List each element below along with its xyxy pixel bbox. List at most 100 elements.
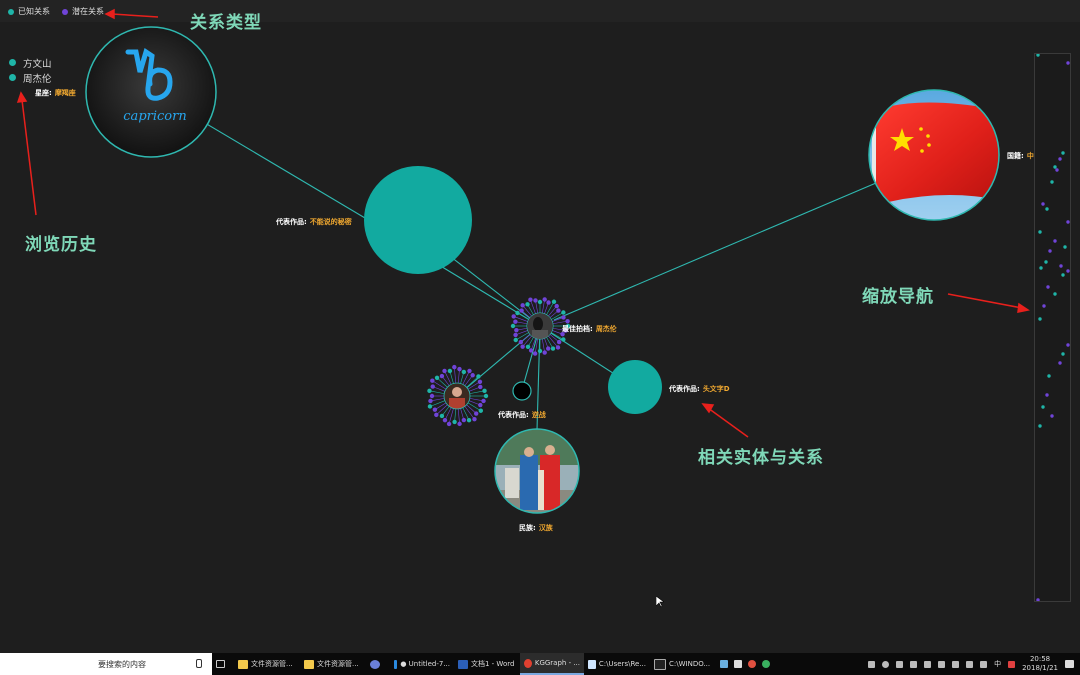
ring-dot[interactable] xyxy=(511,314,516,319)
ring-dot[interactable] xyxy=(447,368,453,374)
ring-dot[interactable] xyxy=(427,388,432,394)
ring-dot[interactable] xyxy=(510,323,516,329)
dropbox-icon[interactable] xyxy=(868,660,876,668)
work-nijian-node[interactable] xyxy=(512,381,532,401)
send-icon[interactable] xyxy=(966,660,974,668)
settings-icon[interactable] xyxy=(882,660,890,668)
ring-dot[interactable] xyxy=(533,298,538,303)
ring-dot[interactable] xyxy=(556,308,561,313)
china-flag-node[interactable] xyxy=(868,89,1000,221)
taskbar-app-vscode[interactable]: ● Untitled-7... xyxy=(390,653,454,675)
ring-dot[interactable] xyxy=(551,299,557,304)
ring-dot[interactable] xyxy=(528,297,533,302)
taskbar-app-explorer[interactable]: 文件资源管... xyxy=(234,653,300,675)
ring-dot[interactable] xyxy=(430,384,435,389)
taskbar-app-word[interactable]: 文档1 - Word xyxy=(454,653,520,675)
ring-dot[interactable] xyxy=(442,417,448,423)
ring-dot[interactable] xyxy=(483,393,489,399)
ring-dot[interactable] xyxy=(477,379,483,384)
ring-dot[interactable] xyxy=(565,318,570,324)
ring-dot[interactable] xyxy=(555,345,561,350)
ring-dot[interactable] xyxy=(554,303,559,309)
ring-dot[interactable] xyxy=(528,348,534,353)
ring-dot[interactable] xyxy=(467,368,472,374)
display-icon[interactable] xyxy=(896,660,904,668)
ring-dot[interactable] xyxy=(546,346,551,351)
work-initiald-node[interactable] xyxy=(608,360,662,414)
ring-dot[interactable] xyxy=(556,339,562,345)
ring-dot[interactable] xyxy=(537,299,543,305)
ring-dot[interactable] xyxy=(542,350,547,355)
person-node-left[interactable] xyxy=(427,364,489,427)
ring-dot[interactable] xyxy=(519,308,524,313)
microphone-icon[interactable] xyxy=(196,659,202,668)
taskbar-app-chrome-active[interactable]: KGGraph - ... xyxy=(520,653,584,675)
ring-dot[interactable] xyxy=(446,421,452,427)
ring-dot[interactable] xyxy=(430,378,435,383)
ring-dot[interactable] xyxy=(537,348,543,354)
ring-dot[interactable] xyxy=(452,419,457,425)
ring-dot[interactable] xyxy=(513,337,518,343)
ring-dot[interactable] xyxy=(482,388,487,394)
ring-dot[interactable] xyxy=(513,332,518,338)
ring-dot[interactable] xyxy=(525,302,530,307)
ring-dot[interactable] xyxy=(520,344,525,349)
ime-indicator[interactable]: 中 xyxy=(994,659,1001,669)
ring-dot[interactable] xyxy=(434,375,440,381)
ring-dot[interactable] xyxy=(434,412,439,418)
antivirus-icon[interactable] xyxy=(1008,660,1016,668)
taskbar-app-notepad[interactable]: C:\Users\Re... xyxy=(584,653,650,675)
ring-dot[interactable] xyxy=(561,315,566,320)
ring-dot[interactable] xyxy=(439,413,445,419)
ring-dot[interactable] xyxy=(513,319,518,324)
knowledge-graph[interactable]: capricorn 星座:摩羯座 代表作品:不能说的秘密 国籍:中国 xyxy=(0,0,1080,653)
ring-dot[interactable] xyxy=(542,297,547,302)
ring-dot[interactable] xyxy=(442,368,447,374)
ring-dot[interactable] xyxy=(472,416,477,422)
ring-dot[interactable] xyxy=(457,421,462,427)
taskbar-app-cmd[interactable]: C:\WINDO... xyxy=(650,653,716,675)
ring-dot[interactable] xyxy=(561,337,566,342)
ring-dot[interactable] xyxy=(432,407,438,412)
capricorn-node[interactable]: capricorn xyxy=(85,26,217,158)
ring-dot[interactable] xyxy=(429,393,435,399)
work-secret-node[interactable] xyxy=(364,166,472,274)
ring-dot[interactable] xyxy=(470,373,475,378)
ring-dot[interactable] xyxy=(550,346,556,351)
ring-dot[interactable] xyxy=(478,402,483,408)
chrome-icon[interactable] xyxy=(748,660,756,668)
share-icon[interactable] xyxy=(980,660,988,668)
ring-dot[interactable] xyxy=(518,339,524,345)
ring-dot[interactable] xyxy=(514,327,519,333)
notification-icon[interactable] xyxy=(1065,660,1074,668)
ring-dot[interactable] xyxy=(532,351,538,356)
task-view-button[interactable] xyxy=(212,653,234,675)
ring-dot[interactable] xyxy=(474,411,479,416)
mail-icon[interactable] xyxy=(734,660,742,668)
ring-dot[interactable] xyxy=(478,408,484,413)
ring-dot[interactable] xyxy=(461,417,467,423)
minimap[interactable] xyxy=(1035,53,1070,602)
taskbar-app-globe[interactable] xyxy=(366,653,390,675)
ring-dot[interactable] xyxy=(427,404,433,409)
ring-dot[interactable] xyxy=(520,303,525,308)
chrome-canary-icon[interactable] xyxy=(762,660,770,668)
keyboard-icon[interactable] xyxy=(952,660,960,668)
system-clock[interactable]: 20:58 2018/1/21 xyxy=(1022,655,1058,673)
ring-dot[interactable] xyxy=(476,374,481,379)
zoom-navigation[interactable] xyxy=(1034,53,1071,602)
ring-dot[interactable] xyxy=(525,344,531,349)
ring-dot[interactable] xyxy=(561,310,566,315)
ring-dot[interactable] xyxy=(481,398,486,404)
photos-icon[interactable] xyxy=(720,660,728,668)
ring-dot[interactable] xyxy=(457,366,462,372)
ring-dot[interactable] xyxy=(461,369,467,375)
wifi-icon[interactable] xyxy=(924,660,932,668)
taskbar-search[interactable]: 要搜索的内容 xyxy=(0,653,212,675)
ring-dot[interactable] xyxy=(515,310,520,316)
ethnicity-photo-node[interactable] xyxy=(494,428,580,514)
ring-dot[interactable] xyxy=(439,373,445,379)
ring-dot[interactable] xyxy=(452,364,457,370)
ring-dot[interactable] xyxy=(546,300,551,305)
ring-dot[interactable] xyxy=(478,384,483,390)
